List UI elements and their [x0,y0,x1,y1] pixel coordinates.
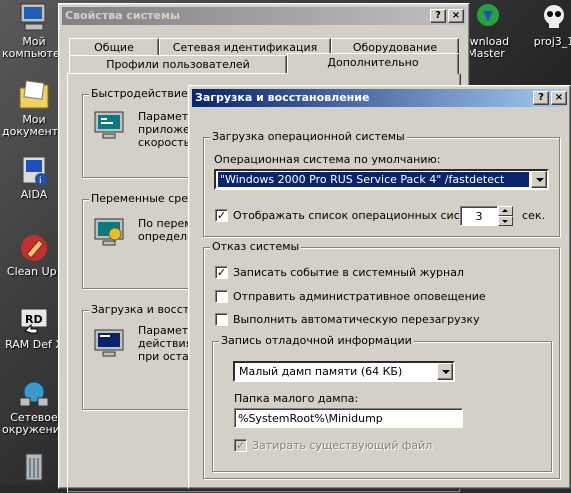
performance-legend: Быстродействие [89,87,190,100]
startup-recovery-dialog: Загрузка и восстановление ? × Загрузка о… [188,85,571,489]
ram-def-icon: RD [17,305,51,337]
svg-text:i: i [39,176,42,186]
desktop-icon-label: RAM Def X [5,339,63,351]
svg-text:RD: RD [25,313,43,326]
close-button[interactable]: × [551,91,567,105]
desktop-icon-aida[interactable]: i AIDA [2,155,66,201]
send-alert-label: Отправить административное оповещение [233,290,486,303]
system-properties-titlebar[interactable]: Свойства системы ? × [62,7,466,25]
auto-restart-label: Выполнить автоматическую перезагрузку [233,313,480,326]
close-button[interactable]: × [448,9,464,23]
desktop-icon-my-computer[interactable]: Мой компьютер [2,2,66,60]
tab-advanced[interactable]: Дополнительно [287,53,459,74]
desktop-icon-label: proj3_1 [533,36,571,48]
seconds-label: сек. [522,209,545,222]
checkbox-box [215,313,228,326]
spin-up-icon[interactable] [498,206,513,216]
network-icon [17,378,51,410]
computer-icon [17,2,51,34]
desktop-icon-network[interactable]: Сетевое окружение [2,378,66,436]
dialog-title: Загрузка и восстановление [195,91,370,104]
system-failure-legend: Отказ системы [210,240,302,253]
checkmark-icon: ✓ [215,209,228,222]
startup-recovery-titlebar[interactable]: Загрузка и восстановление ? × [192,89,567,107]
overwrite-file-label: Затирать существующий файл [252,439,433,452]
debug-info-group: Запись отладочной информации Малый дамп … [212,334,552,472]
os-startup-group: Загрузка операционной системы Операционн… [203,130,560,237]
timeout-spinner[interactable] [498,206,513,226]
dump-type-value: Малый дамп памяти (64 КБ) [239,365,403,378]
environment-legend: Переменные сред [89,192,198,205]
desktop-icon-label: AIDA [20,189,48,201]
desktop-icon-label: Мои документы [2,114,66,138]
desktop-icon-label: Сетевое окружение [2,412,66,436]
aida-icon: i [17,155,51,187]
show-os-list-label: Отображать список операционных систем [233,209,482,222]
desktop-icon-ramdefx[interactable]: RD RAM Def X [2,305,66,351]
checkbox-box [215,290,228,303]
system-failure-group: Отказ системы ✓ Записать событие в систе… [203,240,560,479]
performance-desc-3: скорость [138,136,191,149]
write-event-label: Записать событие в системный журнал [233,266,464,279]
default-os-value: "Windows 2000 Pro RUS Service Pack 4" /f… [217,171,530,188]
startup-recovery-icon [94,329,124,357]
default-os-label: Операционная система по умолчанию: [214,153,441,166]
tab-user-profiles[interactable]: Профили пользователей [69,55,287,74]
performance-icon [94,111,124,139]
environment-icon [94,218,124,246]
help-button[interactable]: ? [533,91,549,105]
cleanup-icon [17,232,51,264]
debug-info-legend: Запись отладочной информации [219,334,414,347]
dump-type-select[interactable]: Малый дамп памяти (64 КБ) [233,361,455,382]
recycle-bin-icon [17,450,51,482]
environment-desc-2: определе [138,230,194,243]
desktop-icon-recycle-bin[interactable] [2,450,66,484]
checkmark-icon: ✓ [234,439,247,452]
timeout-input[interactable]: 3 [460,206,498,226]
performance-desc-1: Параметр [138,110,196,123]
desktop-icon-label: Clean Up! [6,266,62,278]
download-master-icon [471,2,505,34]
chevron-down-icon[interactable] [437,363,453,380]
skull-icon [537,2,571,34]
environment-desc-1: По перем [138,217,193,230]
chevron-down-icon[interactable] [531,171,547,188]
default-os-select[interactable]: "Windows 2000 Pro RUS Service Pack 4" /f… [214,169,549,190]
checkmark-icon: ✓ [215,266,228,279]
window-title: Свойства системы [65,9,180,22]
os-startup-legend: Загрузка операционной системы [210,130,407,143]
dump-folder-input[interactable]: %SystemRoot%\Minidump [234,408,463,428]
help-button[interactable]: ? [430,9,446,23]
desktop-icon-proj3[interactable]: proj3_1 [522,2,571,48]
spin-down-icon[interactable] [498,216,513,226]
desktop-icon-cleanup[interactable]: Clean Up! [2,232,66,278]
startup-desc-1: Параметр [138,324,196,337]
dump-folder-label: Папка малого дампа: [234,392,359,405]
desktop-icon-label: Мой компьютер [2,36,66,60]
desktop-icon-my-documents[interactable]: Мои документы [2,80,66,138]
folder-icon [17,80,51,112]
